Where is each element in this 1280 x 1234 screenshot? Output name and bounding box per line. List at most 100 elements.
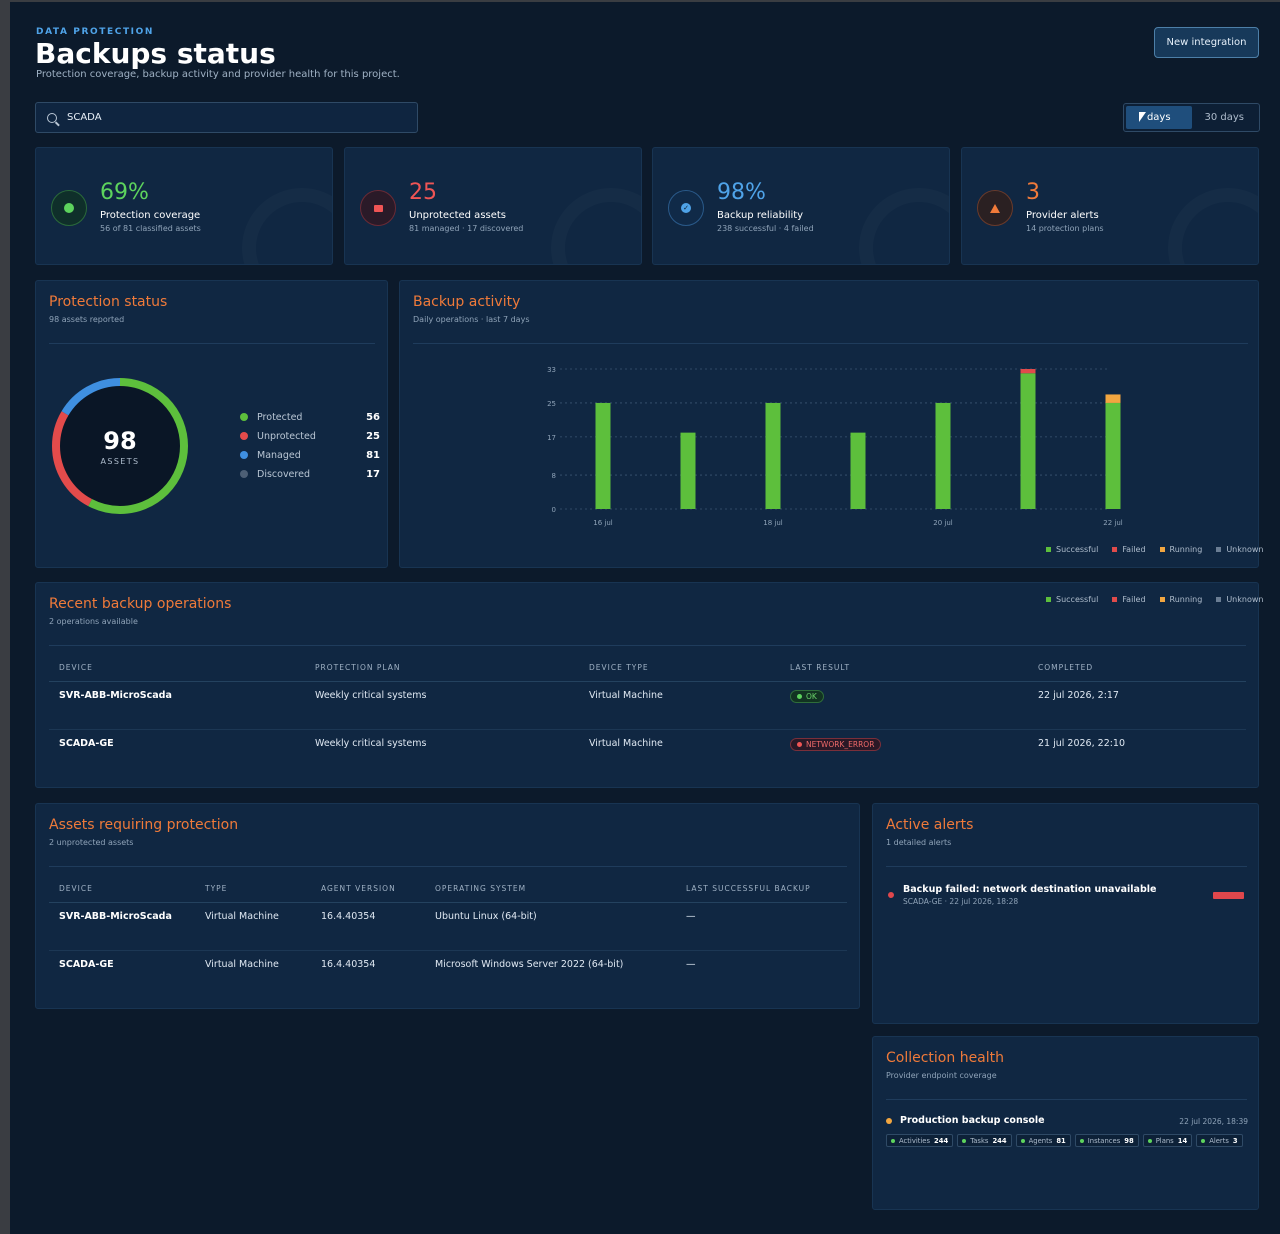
col-last-result[interactable]: LAST RESULT bbox=[780, 655, 1028, 682]
table-row[interactable]: SVR-ABB-MicroScada Weekly critical syste… bbox=[49, 681, 1246, 730]
col-completed[interactable]: COMPLETED bbox=[1028, 655, 1246, 682]
range-option-7-days[interactable]: days bbox=[1126, 106, 1192, 129]
y-tick-label: 33 bbox=[547, 366, 556, 374]
kpi-label: Protection coverage bbox=[100, 210, 201, 221]
legend-dot bbox=[240, 432, 248, 440]
alert-sub: SCADA-GE · 22 jul 2026, 18:28 bbox=[903, 897, 1019, 906]
search-box[interactable] bbox=[35, 102, 418, 133]
divider bbox=[49, 343, 375, 344]
bar-running-22-jul[interactable] bbox=[1105, 394, 1121, 403]
protection-status-panel: Protection status 98 assets reported 98 … bbox=[35, 280, 388, 568]
mouse-cursor-icon bbox=[1139, 112, 1146, 122]
donut-total: 98 bbox=[103, 426, 137, 455]
kpi-card-alerts: 3 Provider alerts 14 protection plans bbox=[961, 147, 1259, 265]
range-toggle[interactable]: days 30 days bbox=[1123, 103, 1260, 132]
panel-title: Backup activity bbox=[413, 294, 521, 310]
panel-subtitle: Provider endpoint coverage bbox=[886, 1071, 997, 1080]
cell-result: OK bbox=[780, 681, 1028, 730]
cell-completed: 21 jul 2026, 22:10 bbox=[1038, 737, 1126, 749]
endpoint-status-dot bbox=[886, 1118, 892, 1124]
kpi-value: 3 bbox=[1026, 180, 1040, 205]
legend-unknown: Unknown bbox=[1216, 595, 1263, 604]
panel-subtitle: 2 unprotected assets bbox=[49, 838, 134, 847]
panel-subtitle: 2 operations available bbox=[49, 617, 138, 626]
bar-successful-16-jul[interactable] bbox=[595, 402, 611, 509]
panel-title: Recent backup operations bbox=[49, 596, 232, 612]
y-tick-label: 0 bbox=[552, 506, 556, 514]
chip-tasks: Tasks 244 bbox=[957, 1134, 1012, 1147]
col-operating-system[interactable]: OPERATING SYSTEM bbox=[425, 876, 676, 903]
x-tick-label: 16 jul bbox=[593, 519, 613, 527]
legend-unprotected: Unprotected 25 bbox=[240, 428, 380, 444]
bar-successful-17-jul[interactable] bbox=[680, 432, 696, 509]
col-device[interactable]: DEVICE bbox=[49, 655, 305, 682]
kpi-label: Unprotected assets bbox=[409, 210, 507, 221]
legend-running: Running bbox=[1159, 595, 1202, 604]
status-legend: Successful Failed Running Unknown bbox=[1046, 595, 1263, 604]
assets-requiring-protection-panel: Assets requiring protection 2 unprotecte… bbox=[35, 803, 860, 1009]
col-protection-plan[interactable]: PROTECTION PLAN bbox=[305, 655, 579, 682]
chip-activities: Activities 244 bbox=[886, 1134, 954, 1147]
left-edge-bar bbox=[0, 0, 10, 1234]
chip-alerts: Alerts 3 bbox=[1196, 1134, 1243, 1147]
collection-chips: Activities 244 Tasks 244 Agents 81 Instance… bbox=[886, 1134, 1243, 1147]
active-alerts-panel: Active alerts 1 detailed alerts Backup f… bbox=[872, 803, 1259, 1024]
backup-activity-panel: Backup activity Daily operations · last … bbox=[399, 280, 1263, 568]
search-icon bbox=[47, 112, 57, 123]
bar-successful-21-jul[interactable] bbox=[1020, 373, 1036, 509]
new-integration-button[interactable]: New integration bbox=[1154, 27, 1259, 58]
bar-successful-19-jul[interactable] bbox=[850, 432, 866, 509]
endpoint-timestamp: 22 jul 2026, 18:39 bbox=[1179, 1117, 1248, 1126]
panel-title: Collection health bbox=[886, 1050, 1005, 1066]
table-row[interactable]: SCADA-GE Weekly critical systems Virtual… bbox=[49, 729, 1246, 777]
legend-unknown: Unknown bbox=[1216, 545, 1263, 554]
col-device[interactable]: DEVICE bbox=[49, 876, 195, 903]
cell-device: SVR-ABB-MicroScada bbox=[49, 681, 305, 730]
cell-last-backup: — bbox=[686, 958, 696, 970]
alert-severity-bar bbox=[1213, 892, 1244, 899]
legend-successful: Successful bbox=[1046, 545, 1098, 554]
legend-failed: Failed bbox=[1112, 545, 1146, 554]
cell-plan: Weekly critical systems bbox=[305, 681, 579, 730]
col-agent-version[interactable]: AGENT VERSION bbox=[311, 876, 425, 903]
server-icon bbox=[360, 190, 396, 226]
panel-subtitle: 98 assets reported bbox=[49, 315, 125, 324]
col-device-type[interactable]: DEVICE TYPE bbox=[579, 655, 780, 682]
alert-title: Backup failed: network destination unava… bbox=[903, 884, 1157, 895]
cell-type: Virtual Machine bbox=[195, 902, 311, 951]
backup-activity-chart: 33 25 17 8 0 16 jul 18 jul 20 jul 22 jul bbox=[547, 366, 1123, 527]
x-tick-label: 22 jul bbox=[1103, 519, 1123, 527]
page-subtitle: Protection coverage, backup activity and… bbox=[36, 69, 400, 80]
col-last-successful-backup[interactable]: LAST SUCCESSFUL BACKUP bbox=[676, 876, 847, 903]
cell-type: Virtual Machine bbox=[579, 681, 780, 730]
kpi-card-coverage: 69% Protection coverage 56 of 81 classif… bbox=[35, 147, 333, 265]
status-badge-ok: OK bbox=[790, 689, 824, 703]
panel-subtitle: Daily operations · last 7 days bbox=[413, 315, 530, 324]
protection-donut: 98 ASSETS bbox=[48, 374, 192, 518]
panel-title: Assets requiring protection bbox=[49, 817, 239, 833]
assets-table: DEVICE TYPE AGENT VERSION OPERATING SYST… bbox=[49, 876, 847, 998]
table-row[interactable]: SCADA-GE Virtual Machine 16.4.40354 Micr… bbox=[49, 950, 847, 998]
cell-type: Virtual Machine bbox=[589, 737, 663, 749]
warning-icon bbox=[977, 190, 1013, 226]
bar-successful-22-jul[interactable] bbox=[1105, 402, 1121, 509]
search-input[interactable] bbox=[67, 112, 387, 123]
divider bbox=[886, 1099, 1247, 1100]
legend-managed: Managed 81 bbox=[240, 447, 380, 463]
table-row[interactable]: SVR-ABB-MicroScada Virtual Machine 16.4.… bbox=[49, 902, 847, 951]
col-type[interactable]: TYPE bbox=[195, 876, 311, 903]
legend-protected: Protected 56 bbox=[240, 409, 380, 425]
bar-successful-20-jul[interactable] bbox=[935, 402, 951, 509]
bar-failed-21-jul[interactable] bbox=[1020, 369, 1036, 374]
kpi-label: Provider alerts bbox=[1026, 210, 1099, 221]
recent-operations-panel: Recent backup operations 2 operations av… bbox=[35, 582, 1263, 788]
cell-agent: 16.4.40354 bbox=[311, 902, 425, 951]
legend-successful: Successful bbox=[1046, 595, 1098, 604]
shield-icon bbox=[51, 190, 87, 226]
bar-successful-18-jul[interactable] bbox=[765, 402, 781, 509]
range-option-30-days[interactable]: 30 days bbox=[1192, 106, 1258, 129]
cell-completed: 22 jul 2026, 2:17 bbox=[1028, 681, 1246, 730]
kpi-value: 98% bbox=[717, 180, 766, 205]
y-tick-label: 25 bbox=[547, 400, 556, 408]
card-decoration bbox=[242, 188, 332, 264]
